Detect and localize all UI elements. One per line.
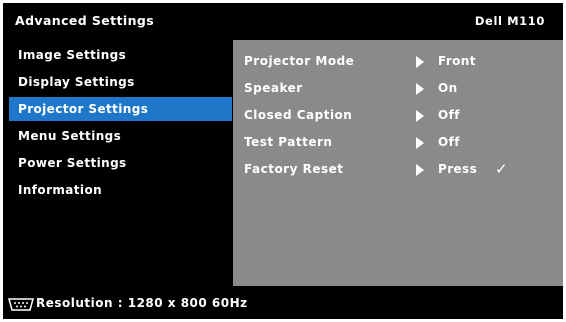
vga-connector-icon	[8, 298, 34, 311]
status-bar: Resolution : 1280 x 800 60Hz	[3, 288, 563, 319]
setting-label: Projector Mode	[244, 54, 355, 68]
setting-value: Off	[438, 135, 460, 149]
menu-item-image-settings[interactable]: Image Settings	[9, 43, 232, 67]
setting-row-closed-caption[interactable]: Closed Caption Off	[233, 106, 563, 126]
menu-item-label: Menu Settings	[18, 129, 122, 143]
osd-window: Advanced Settings Dell M110 Image Settin…	[3, 3, 563, 319]
menu-item-menu-settings[interactable]: Menu Settings	[9, 124, 232, 148]
menu-item-information[interactable]: Information	[9, 178, 232, 202]
arrow-right-icon	[416, 83, 424, 95]
arrow-right-icon	[416, 56, 424, 68]
projector-settings-panel: Projector Mode Front Speaker On Closed C…	[233, 40, 563, 286]
menu-item-display-settings[interactable]: Display Settings	[9, 70, 232, 94]
setting-value: Press	[438, 162, 478, 176]
setting-label: Factory Reset	[244, 162, 344, 176]
setting-row-speaker[interactable]: Speaker On	[233, 79, 563, 99]
menu-item-label: Image Settings	[18, 48, 127, 62]
arrow-right-icon	[416, 110, 424, 122]
menu-item-label: Projector Settings	[18, 102, 149, 116]
setting-label: Closed Caption	[244, 108, 353, 122]
setting-value: On	[438, 81, 458, 95]
setting-label: Speaker	[244, 81, 303, 95]
setting-row-projector-mode[interactable]: Projector Mode Front	[233, 52, 563, 72]
arrow-right-icon	[416, 164, 424, 176]
settings-menu: Image Settings Display Settings Projecto…	[6, 40, 232, 286]
menu-item-label: Information	[18, 183, 103, 197]
header-bar: Advanced Settings Dell M110	[3, 3, 563, 39]
menu-item-label: Power Settings	[18, 156, 127, 170]
osd-title: Advanced Settings	[15, 13, 155, 28]
resolution-text: Resolution : 1280 x 800 60Hz	[36, 296, 248, 310]
menu-item-label: Display Settings	[18, 75, 135, 89]
arrow-right-icon	[416, 137, 424, 149]
setting-value: Off	[438, 108, 460, 122]
setting-row-factory-reset[interactable]: Factory Reset Press ✓	[233, 160, 563, 180]
checkmark-icon: ✓	[495, 160, 508, 178]
menu-item-projector-settings[interactable]: Projector Settings	[9, 97, 232, 121]
model-name: Dell M110	[474, 14, 545, 28]
setting-label: Test Pattern	[244, 135, 333, 149]
menu-item-power-settings[interactable]: Power Settings	[9, 151, 232, 175]
setting-row-test-pattern[interactable]: Test Pattern Off	[233, 133, 563, 153]
setting-value: Front	[438, 54, 476, 68]
